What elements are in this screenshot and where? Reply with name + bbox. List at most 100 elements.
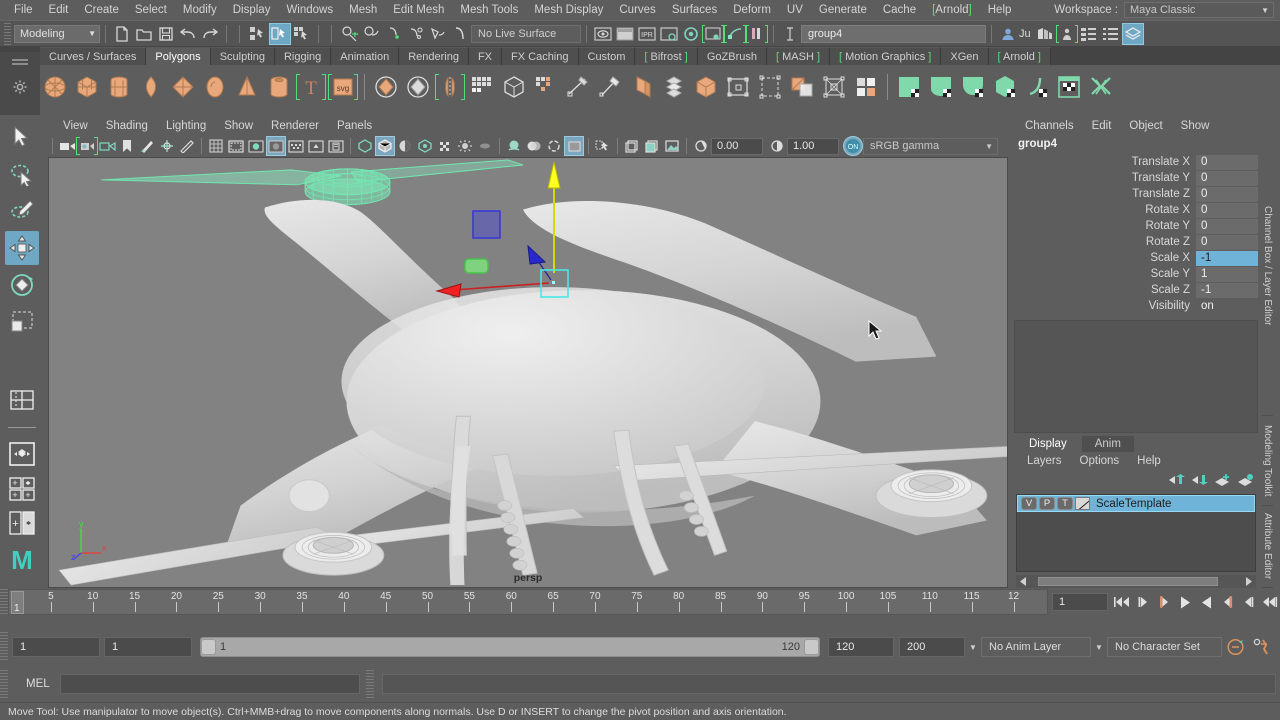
live-surface-field[interactable]: No Live Surface [471,24,581,43]
layer-list-scrollbar[interactable] [1016,575,1256,588]
poly-svg-icon[interactable]: svg [328,71,358,103]
channel-value-field[interactable]: 0 [1196,202,1258,218]
ipr-render-icon[interactable]: IPR [636,23,658,45]
anim-layer-selector[interactable]: No Anim Layer [981,637,1091,657]
make-live-icon[interactable] [449,23,471,45]
shelf-tab-curves-surfaces[interactable]: Curves / Surfaces [40,47,147,65]
display-layer-list[interactable]: V P T ScaleTemplate [1016,494,1256,572]
move-tool-button[interactable] [5,231,39,265]
shelf-tab-arnold[interactable]: [ Arnold ] [988,47,1051,65]
tab-attribute-editor[interactable]: Attribute Editor [1262,506,1273,588]
attribute-panel-icon[interactable] [1100,23,1122,45]
four-pane-layout-button[interactable]: + + + [5,474,39,504]
channelbox-menu-object[interactable]: Object [1120,120,1171,132]
playback-options-chevron-icon[interactable]: ▼ [965,643,981,652]
channel-value-field[interactable]: 0 [1196,186,1258,202]
show-hide-ui-elements-icon[interactable] [1055,23,1078,45]
poly-extrude-icon[interactable] [531,71,561,103]
render-sequence-icon[interactable] [702,23,724,45]
snap-to-view-plane-icon[interactable] [427,23,449,45]
time-slider[interactable]: 1 5 10 15 20 25 30 35 40 45 50 55 60 65 70 75 80 85 90 95 1… [8,589,1048,615]
shelf-tab-polygons[interactable]: Polygons [146,47,211,65]
grid-toggle-icon[interactable] [206,136,226,156]
select-object-icon[interactable] [269,22,291,45]
channel-value-field[interactable]: 0 [1196,170,1258,186]
channel-value-field[interactable]: -1 [1196,250,1258,266]
menu-windows[interactable]: Windows [278,0,341,20]
ambient-occlusion-icon[interactable] [395,136,415,156]
xray-display-icon[interactable] [326,136,346,156]
menu-deform[interactable]: Deform [725,0,779,20]
menuset-selector[interactable]: Modeling ▼ [14,24,100,43]
poly-boolean-union-icon[interactable] [371,71,401,103]
shadows-toggle-icon[interactable] [375,136,395,156]
channel-row-visibility[interactable]: Visibility on [1010,298,1258,314]
film-gate-icon[interactable] [226,136,246,156]
tab-channel-box-layer-editor[interactable]: Channel Box / Layer Editor [1262,116,1273,416]
channel-row-scale-x[interactable]: Scale X -1 [1010,250,1258,266]
range-slider-left-handle[interactable] [201,639,216,655]
viewport-layer-a-icon[interactable] [622,136,642,156]
last-tool-button[interactable] [5,342,39,370]
perspective-viewport[interactable]: y x z persp [48,157,1008,588]
menu-modify[interactable]: Modify [175,0,225,20]
range-start-time-field[interactable]: 1 [104,637,192,657]
shadow-map-icon[interactable] [475,136,495,156]
move-layer-up-icon[interactable] [1168,473,1185,490]
shelf-tab-bifrost[interactable]: [ Bifrost ] [635,47,698,65]
render-view-icon[interactable] [592,23,614,45]
poly-combine-icon[interactable] [403,71,433,103]
menu-file[interactable]: File [6,0,41,20]
exposure-icon[interactable] [691,136,711,156]
uv-cylindrical-map-icon[interactable] [926,71,956,103]
gamma-preview-icon[interactable] [564,136,584,156]
channel-value-field[interactable]: on [1196,299,1258,314]
poly-duplicate-face-icon[interactable] [659,71,689,103]
menu-select[interactable]: Select [127,0,175,20]
viewport-snapshot-icon[interactable] [662,136,682,156]
object-name-field[interactable]: group4 [801,24,986,43]
camera-attributes-icon[interactable] [97,136,117,156]
animation-start-time-field[interactable]: 1 [12,637,100,657]
menu-help[interactable]: Help [980,0,1020,20]
channel-value-field[interactable]: 0 [1196,218,1258,234]
step-back-key-button[interactable] [1133,591,1154,613]
channelbox-menu-show[interactable]: Show [1172,120,1219,132]
poly-bevel-icon[interactable] [563,71,593,103]
grease-pencil-icon[interactable] [177,136,197,156]
poly-edge-tool-icon[interactable] [595,71,625,103]
shelf-tab-fx[interactable]: FX [468,47,503,65]
viewport-menu-renderer[interactable]: Renderer [262,120,328,132]
depth-of-field-icon[interactable] [524,136,544,156]
two-d-pan-zoom-icon[interactable] [157,136,177,156]
paint-select-tool-button[interactable] [5,194,39,228]
open-scene-icon[interactable] [133,23,155,45]
render-current-frame-icon[interactable] [614,23,636,45]
step-forward-frame-button[interactable] [1217,591,1238,613]
channel-row-rotate-x[interactable]: Rotate X 0 [1010,202,1258,218]
shelf-tab-custom[interactable]: Custom [578,47,636,65]
shelf-tab-rendering[interactable]: Rendering [399,47,469,65]
viewport-menu-show[interactable]: Show [215,120,262,132]
poly-detach-icon[interactable] [787,71,817,103]
hypershade-icon[interactable] [680,23,702,45]
user-avatar-icon[interactable] [997,23,1019,45]
shelf-drag-handle-icon[interactable] [12,59,28,66]
snap-to-point-icon[interactable] [383,23,405,45]
redo-icon[interactable] [199,23,221,45]
uv-unfold-icon[interactable] [1022,71,1052,103]
viewport-menu-shading[interactable]: Shading [97,120,157,132]
menu-mesh-tools[interactable]: Mesh Tools [452,0,526,20]
step-forward-key-button[interactable] [1238,591,1259,613]
scale-tool-button[interactable] [5,305,39,339]
snap-to-projected-center-icon[interactable] [405,23,427,45]
snap-to-grid-icon[interactable] [339,23,361,45]
snap-to-curve-icon[interactable] [361,23,383,45]
menu-curves[interactable]: Curves [611,0,663,20]
menu-mesh-display[interactable]: Mesh Display [526,0,611,20]
viewport-layer-b-icon[interactable] [642,136,662,156]
poly-wedge-icon[interactable] [627,71,657,103]
image-plane-icon[interactable] [137,136,157,156]
layer-menu-help[interactable]: Help [1128,455,1170,467]
scroll-right-arrow-icon[interactable] [1244,576,1254,587]
